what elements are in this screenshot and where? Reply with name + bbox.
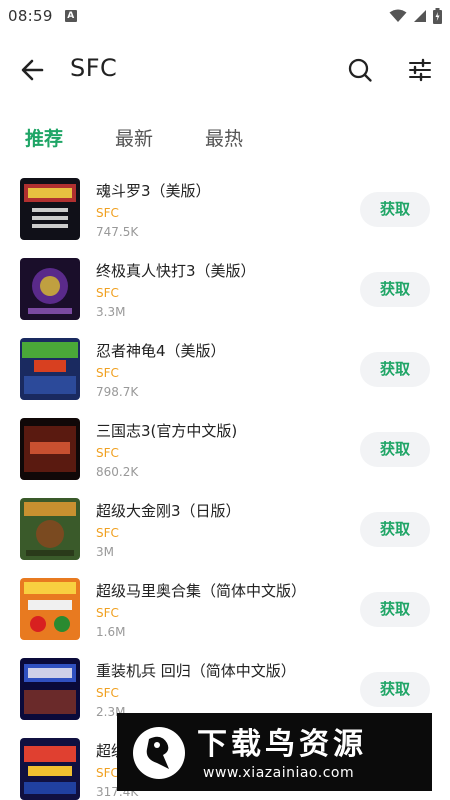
watermark-banner: 下载鸟资源 www.xiazainiao.com: [117, 713, 432, 791]
game-thumbnail: [20, 178, 80, 240]
tab-latest[interactable]: 最新: [115, 124, 153, 151]
signal-icon: [414, 10, 426, 22]
category-tabs: 推荐 最新 最热: [0, 124, 450, 156]
game-platform: SFC: [96, 526, 119, 540]
game-size: 3.3M: [96, 305, 126, 319]
game-platform: SFC: [96, 686, 119, 700]
game-name: 重装机兵 回归（简体中文版）: [96, 662, 296, 680]
back-button[interactable]: [18, 56, 48, 84]
tab-hottest[interactable]: 最热: [205, 124, 243, 151]
bird-logo-icon: [133, 727, 185, 779]
get-button[interactable]: 获取: [360, 432, 430, 467]
get-button[interactable]: 获取: [360, 192, 430, 227]
watermark-url: www.xiazainiao.com: [203, 765, 355, 781]
notification-icon: A: [64, 10, 77, 22]
game-thumbnail: [20, 338, 80, 400]
arrow-left-icon: [21, 59, 44, 81]
game-platform: SFC: [96, 366, 119, 380]
game-platform: SFC: [96, 286, 119, 300]
game-name: 魂斗罗3（美版）: [96, 182, 211, 200]
watermark-title: 下载鸟资源: [197, 727, 367, 762]
game-name: 超级大金刚3（日版）: [96, 502, 241, 520]
game-size: 747.5K: [96, 225, 139, 239]
get-button[interactable]: 获取: [360, 512, 430, 547]
get-button[interactable]: 获取: [360, 272, 430, 307]
filter-button[interactable]: [406, 56, 434, 84]
game-name: 三国志3(官方中文版): [96, 422, 238, 440]
game-size: 3M: [96, 545, 114, 559]
game-thumbnail: [20, 658, 80, 720]
get-button[interactable]: 获取: [360, 352, 430, 387]
game-thumbnail: [20, 578, 80, 640]
game-thumbnail: [20, 418, 80, 480]
search-button[interactable]: [346, 56, 374, 84]
list-item[interactable]: 三国志3(官方中文版) SFC 860.2K 获取: [0, 410, 450, 490]
list-item[interactable]: 忍者神龟4（美版） SFC 798.7K 获取: [0, 330, 450, 410]
game-size: 798.7K: [96, 385, 139, 399]
app-header: SFC: [0, 40, 450, 100]
get-button[interactable]: 获取: [360, 672, 430, 707]
wifi-icon: [389, 9, 407, 22]
status-icons: [389, 8, 442, 24]
game-name: 终极真人快打3（美版）: [96, 262, 256, 280]
game-platform: SFC: [96, 766, 119, 780]
game-platform: SFC: [96, 606, 119, 620]
game-size: 860.2K: [96, 465, 139, 479]
get-button[interactable]: 获取: [360, 592, 430, 627]
game-thumbnail: [20, 738, 80, 800]
game-platform: SFC: [96, 206, 119, 220]
page-title: SFC: [70, 54, 118, 82]
game-name: 超级马里奥合集（简体中文版）: [96, 582, 307, 600]
game-thumbnail: [20, 498, 80, 560]
status-time: 08:59: [8, 7, 53, 25]
game-size: 1.6M: [96, 625, 126, 639]
list-item[interactable]: 超级马里奥合集（简体中文版） SFC 1.6M 获取: [0, 570, 450, 650]
battery-icon: [433, 8, 442, 24]
status-bar: 08:59 A: [0, 0, 450, 32]
search-icon: [348, 58, 372, 82]
tab-recommended[interactable]: 推荐: [25, 124, 63, 151]
game-platform: SFC: [96, 446, 119, 460]
game-name: 忍者神龟4（美版）: [96, 342, 226, 360]
list-item[interactable]: 终极真人快打3（美版） SFC 3.3M 获取: [0, 250, 450, 330]
list-item[interactable]: 魂斗罗3（美版） SFC 747.5K 获取: [0, 170, 450, 250]
list-item[interactable]: 超级大金刚3（日版） SFC 3M 获取: [0, 490, 450, 570]
sliders-icon: [409, 58, 431, 82]
game-thumbnail: [20, 258, 80, 320]
